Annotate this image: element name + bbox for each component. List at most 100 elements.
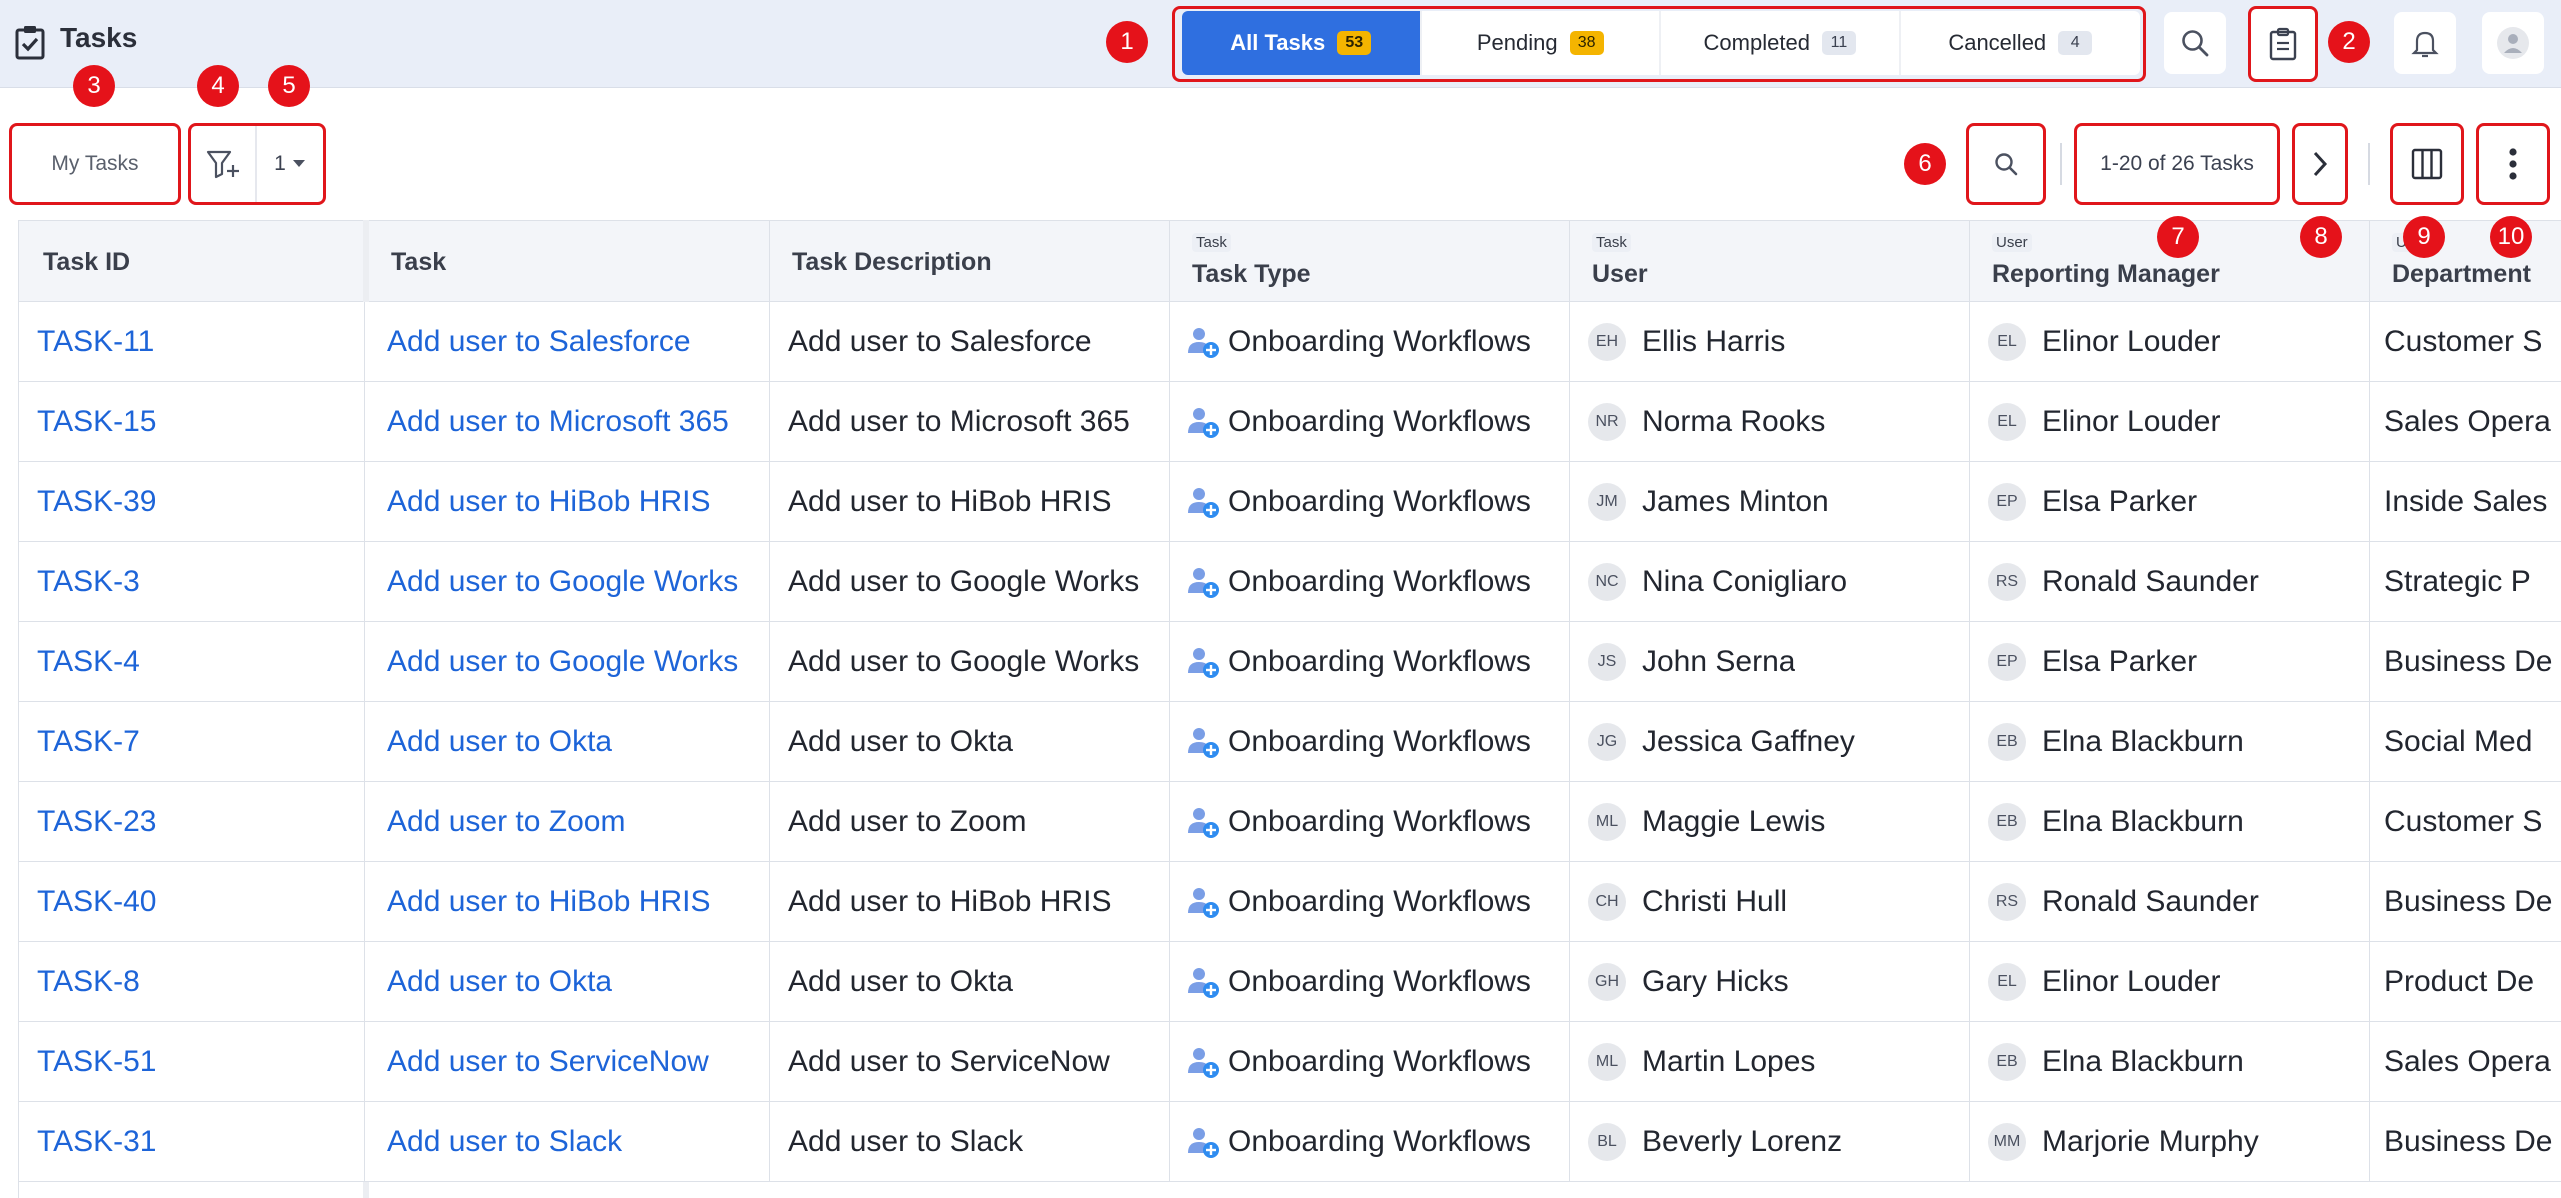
table-row[interactable]: TASK-4 Add user to Google Works Add user t… [19,622,2561,702]
user-name: John Serna [1642,645,1796,678]
user-add-icon [1188,568,1219,598]
columns-button[interactable] [2390,123,2464,205]
table-row[interactable]: TASK-8 Add user to Okta Add user to Okta On… [19,942,2561,1022]
task-link[interactable]: Add user to Google Works [369,565,738,599]
task-id-link[interactable]: TASK-51 [19,1045,157,1079]
task-link[interactable]: Add user to HiBob HRIS [369,485,710,519]
task-link[interactable]: Add user to HiBob HRIS [369,885,710,919]
task-description: Add user to Google Works [788,565,1140,598]
marker-6: 6 [1904,143,1946,185]
table-row[interactable]: TASK-3 Add user to Google Works Add user t… [19,542,2561,622]
column-header-task-type[interactable]: Task Task Type [1170,221,1570,303]
cell-description: Add user to Salesforce [770,302,1170,382]
cell-department: Customer S [2370,782,2561,862]
department: Business De [2384,1125,2553,1158]
task-id-link[interactable]: TASK-7 [19,725,140,759]
profile-button[interactable] [2482,12,2544,74]
tab-pending[interactable]: Pending 38 [1422,11,1661,75]
cell-user: EH Ellis Harris [1570,302,1970,382]
more-options-button[interactable] [2476,123,2550,205]
table-row[interactable]: TASK-40 Add user to HiBob HRIS Add user to… [19,862,2561,942]
column-header-user[interactable]: Task User [1570,221,1970,303]
task-id-link[interactable]: TASK-4 [19,645,140,679]
cell-task: Add user to Google Works [369,542,770,622]
tab-all-tasks[interactable]: All Tasks 53 [1182,11,1422,75]
task-id-link[interactable]: TASK-15 [19,405,157,439]
tab-completed[interactable]: Completed 11 [1661,11,1901,75]
user-add-icon [1188,648,1219,678]
tab-label: Completed [1703,30,1810,55]
task-id-link[interactable]: TASK-3 [19,565,140,599]
manager-avatar: EL [1988,963,2026,1001]
my-tasks-view-selector[interactable]: My Tasks [9,123,181,205]
department: Sales Opera [2384,405,2551,438]
table-row[interactable]: TASK-23 Add user to Zoom Add user to Zoom O… [19,782,2561,862]
task-id-link[interactable]: TASK-8 [19,965,140,999]
task-link[interactable]: Add user to ServiceNow [369,1045,709,1079]
manager-avatar: EB [1988,803,2026,841]
task-link[interactable]: Add user to Google Works [369,645,738,679]
task-id-link[interactable]: TASK-31 [19,1125,157,1159]
cell-department: Customer S [2370,302,2561,382]
user-avatar: JS [1588,643,1626,681]
column-header-department[interactable]: U Department [2370,221,2561,303]
task-id-link[interactable]: TASK-11 [19,325,154,359]
view-label: My Tasks [51,152,139,175]
add-filter-button[interactable] [191,126,257,202]
table-row[interactable]: TASK-39 Add user to HiBob HRIS Add user to… [19,462,2561,542]
clipboard-check-icon [15,26,45,60]
table-search-button[interactable] [1966,123,2046,205]
cell-task-type: Onboarding Workflows [1170,862,1570,942]
user-name: Norma Rooks [1642,405,1826,438]
tab-label: All Tasks [1230,30,1326,55]
global-search-button[interactable] [2164,12,2226,74]
column-header-task[interactable]: Task [369,221,770,303]
task-type: Onboarding Workflows [1228,565,1531,598]
tab-cancelled[interactable]: Cancelled 4 [1901,11,2141,75]
tasks-button[interactable] [2248,6,2318,82]
department: Business De [2384,885,2553,918]
notifications-button[interactable] [2394,12,2456,74]
task-id-link[interactable]: TASK-40 [19,885,157,919]
task-link[interactable]: Add user to Zoom [369,805,625,839]
cell-task-id: TASK-51 [19,1022,365,1102]
task-link[interactable]: Add user to Microsoft 365 [369,405,729,439]
table-row[interactable]: TASK-51 Add user to ServiceNow Add user to… [19,1022,2561,1102]
cell-task: Add user to HiBob HRIS [369,462,770,542]
cell-description: Add user to Okta [770,942,1170,1022]
task-link[interactable]: Add user to Salesforce [369,325,691,359]
user-add-icon [1188,888,1219,918]
table-row[interactable]: TASK-7 Add user to Okta Add user to Okta On… [19,702,2561,782]
cell-description: Add user to Zoom [770,782,1170,862]
header-label: Task Description [792,248,992,276]
task-id-link[interactable]: TASK-23 [19,805,157,839]
table-row[interactable]: TASK-31 Add user to Slack Add user to Slac… [19,1102,2561,1182]
task-link[interactable]: Add user to Okta [369,965,612,999]
user-add-icon [1188,408,1219,438]
filter-count: 1 [274,152,286,175]
table-row[interactable]: TASK-15 Add user to Microsoft 365 Add user… [19,382,2561,462]
avatar-icon [2497,27,2529,59]
task-type: Onboarding Workflows [1228,965,1531,998]
cell-task-id: TASK-31 [19,1102,365,1182]
filter-count-dropdown[interactable]: 1 [257,126,323,202]
cell-reporting-manager: EP Elsa Parker [1970,462,2370,542]
task-link[interactable]: Add user to Slack [369,1125,622,1159]
manager-name: Marjorie Murphy [2042,1125,2259,1158]
table-row[interactable]: TASK-11 Add user to Salesforce Add user to… [19,302,2561,382]
user-name: Jessica Gaffney [1642,725,1855,758]
count-badge: 38 [1569,31,1604,55]
cell-department: Product De [2370,942,2561,1022]
task-description: Add user to HiBob HRIS [788,885,1112,918]
task-description: Add user to ServiceNow [788,1045,1110,1078]
column-header-task-id[interactable]: Task ID [19,221,365,303]
user-avatar: EH [1588,323,1626,361]
task-id-link[interactable]: TASK-39 [19,485,157,519]
next-page-button[interactable] [2292,123,2348,205]
manager-avatar: EB [1988,723,2026,761]
user-add-icon [1188,968,1219,998]
user-avatar: BL [1588,1123,1626,1161]
task-link[interactable]: Add user to Okta [369,725,612,759]
column-header-description[interactable]: Task Description [770,221,1170,303]
user-avatar: JM [1588,483,1626,521]
